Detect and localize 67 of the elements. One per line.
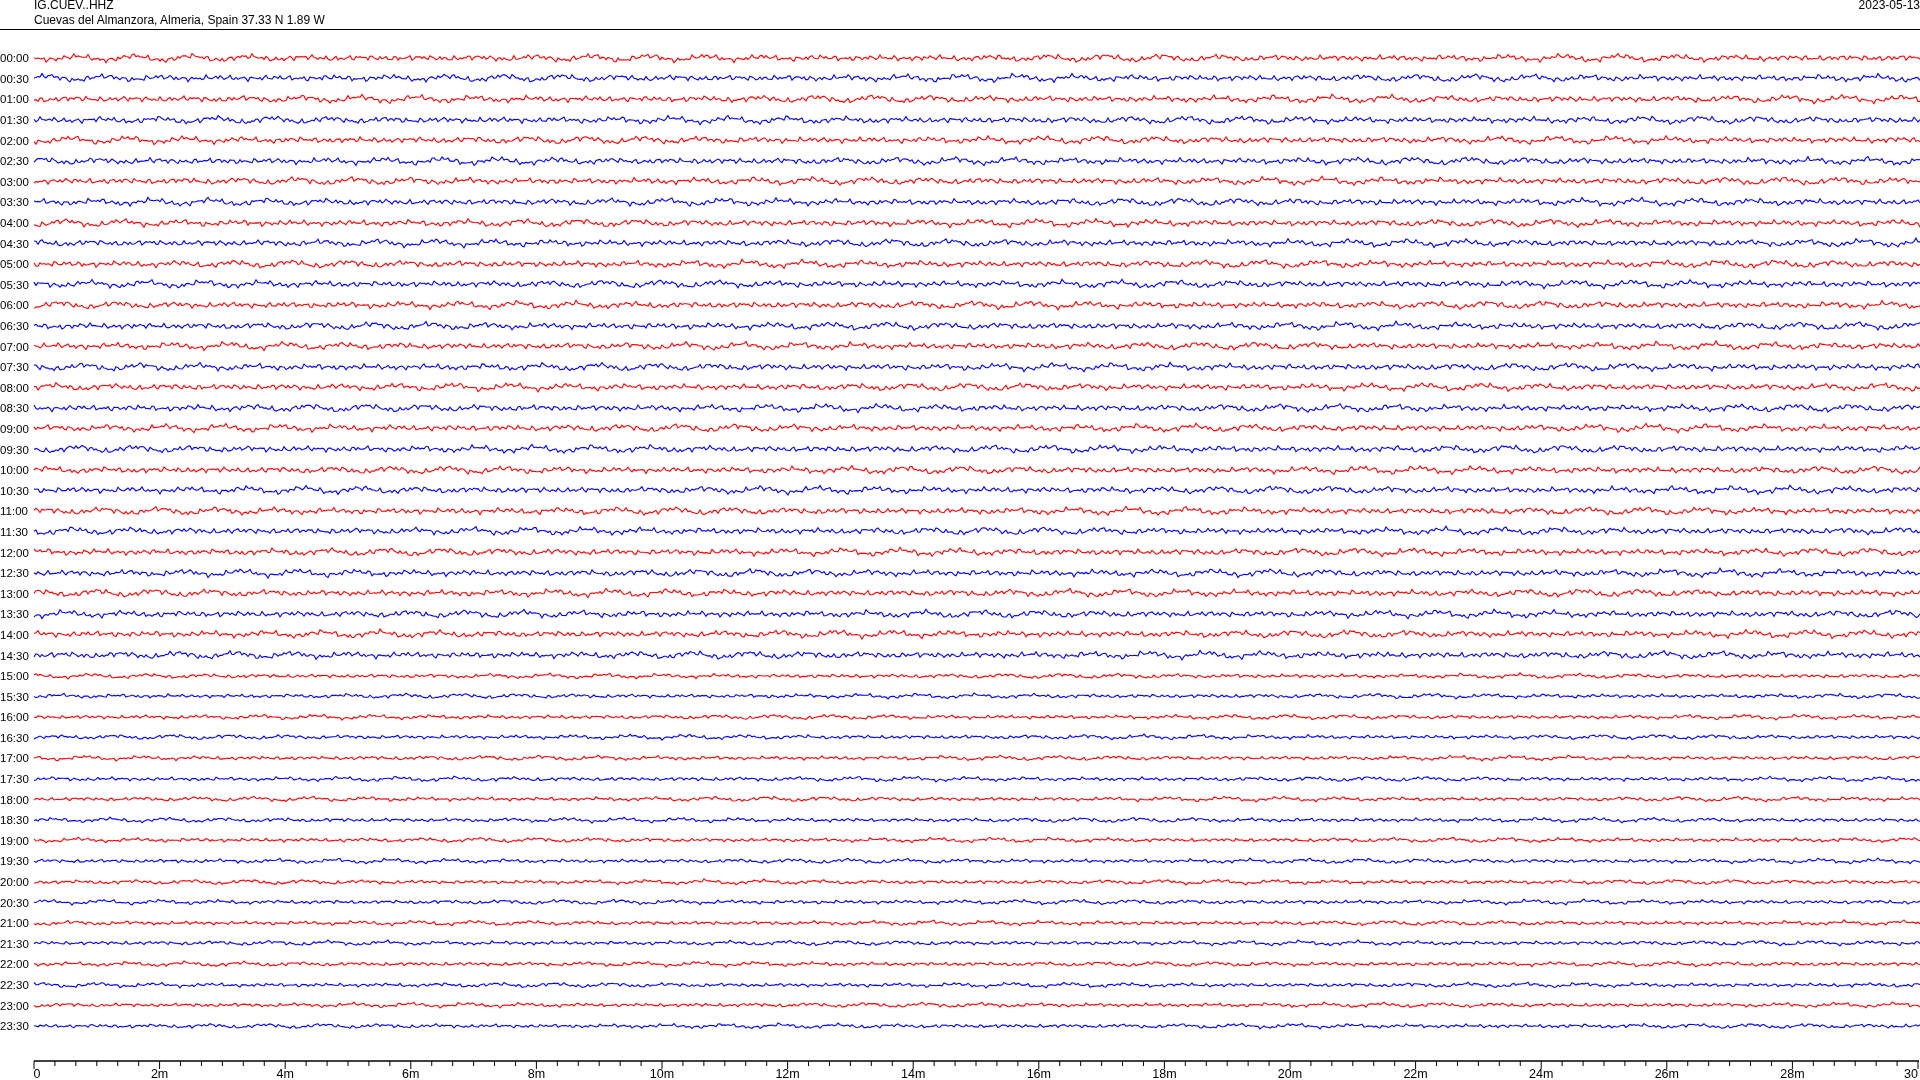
axis-tick-label: 10m xyxy=(649,1066,675,1080)
time-label: 01:00 xyxy=(0,93,30,106)
time-label: 06:30 xyxy=(0,320,30,332)
axis-tick-label: 30 xyxy=(1904,1066,1918,1080)
station-code: IG.CUEV..HHZ xyxy=(34,0,114,12)
time-label: 20:00 xyxy=(0,876,30,889)
axis-tick-label: 2m xyxy=(150,1066,169,1080)
time-label: 19:30 xyxy=(0,855,30,868)
time-label: 20:30 xyxy=(0,896,30,909)
time-label: 05:00 xyxy=(0,258,30,271)
time-label: 07:00 xyxy=(0,340,30,353)
axis-tick-label: 4m xyxy=(276,1066,294,1080)
time-label: 19:00 xyxy=(0,834,30,847)
time-label: 15:30 xyxy=(0,690,30,703)
time-label: 10:30 xyxy=(0,484,30,497)
time-label: 18:30 xyxy=(0,814,30,827)
time-label: 01:30 xyxy=(0,114,30,127)
time-label: 07:30 xyxy=(0,361,30,374)
time-label: 00:30 xyxy=(0,72,30,85)
axis-tick-label: 16m xyxy=(1026,1066,1051,1080)
time-label: 22:00 xyxy=(0,958,30,971)
axis-tick-label: 6m xyxy=(402,1066,420,1080)
time-label: 18:00 xyxy=(0,793,30,806)
time-label: 13:30 xyxy=(0,608,30,621)
time-label: 03:30 xyxy=(0,196,30,209)
time-label: 12:30 xyxy=(0,567,30,580)
time-label: 15:00 xyxy=(0,670,30,683)
time-label: 04:00 xyxy=(0,217,30,230)
time-label: 06:00 xyxy=(0,299,30,312)
time-label: 17:00 xyxy=(0,752,30,765)
axis-tick-label: 0 xyxy=(33,1066,41,1080)
time-label: 00:00 xyxy=(0,52,30,65)
time-label: 09:00 xyxy=(0,423,30,435)
time-label: 03:00 xyxy=(0,175,30,188)
axis-tick-label: 26m xyxy=(1654,1066,1679,1080)
time-label: 04:30 xyxy=(0,237,30,250)
time-label: 08:30 xyxy=(0,402,30,415)
time-label: 21:00 xyxy=(0,917,30,930)
time-label: 11:30 xyxy=(0,525,29,538)
axis-tick-label: 12m xyxy=(775,1066,800,1080)
time-label: 14:00 xyxy=(0,628,30,641)
time-label: 17:30 xyxy=(0,773,30,786)
time-label: 02:30 xyxy=(0,155,30,168)
time-label: 21:30 xyxy=(0,937,30,950)
time-label: 12:00 xyxy=(0,546,30,559)
date-label: 2023-05-13 xyxy=(1858,0,1920,12)
time-label: 22:30 xyxy=(0,979,30,991)
time-label: 09:30 xyxy=(0,443,30,456)
time-label: 13:00 xyxy=(0,587,30,600)
time-label: 05:30 xyxy=(0,278,30,291)
time-label: 23:00 xyxy=(0,999,30,1012)
station-location: Cuevas del Almanzora, Almeria, Spain 37.33 N 1.89 W xyxy=(34,13,325,27)
axis-tick-label: 14m xyxy=(901,1066,926,1080)
time-label: 02:00 xyxy=(0,134,30,147)
time-label: 16:00 xyxy=(0,711,30,724)
axis-tick-label: 22m xyxy=(1403,1066,1428,1080)
time-label: 16:30 xyxy=(0,731,30,744)
axis-tick-label: 28m xyxy=(1780,1066,1805,1080)
time-label: 11:00 xyxy=(0,505,29,518)
time-label: 08:00 xyxy=(0,381,30,394)
time-label: 10:00 xyxy=(0,464,30,477)
time-label: 23:30 xyxy=(0,1020,30,1033)
axis-tick-label: 18m xyxy=(1152,1066,1177,1080)
axis-tick-label: 20m xyxy=(1277,1066,1303,1080)
time-label: 14:30 xyxy=(0,649,30,662)
axis-tick-label: 24m xyxy=(1529,1066,1554,1080)
axis-tick-label: 8m xyxy=(527,1066,546,1080)
